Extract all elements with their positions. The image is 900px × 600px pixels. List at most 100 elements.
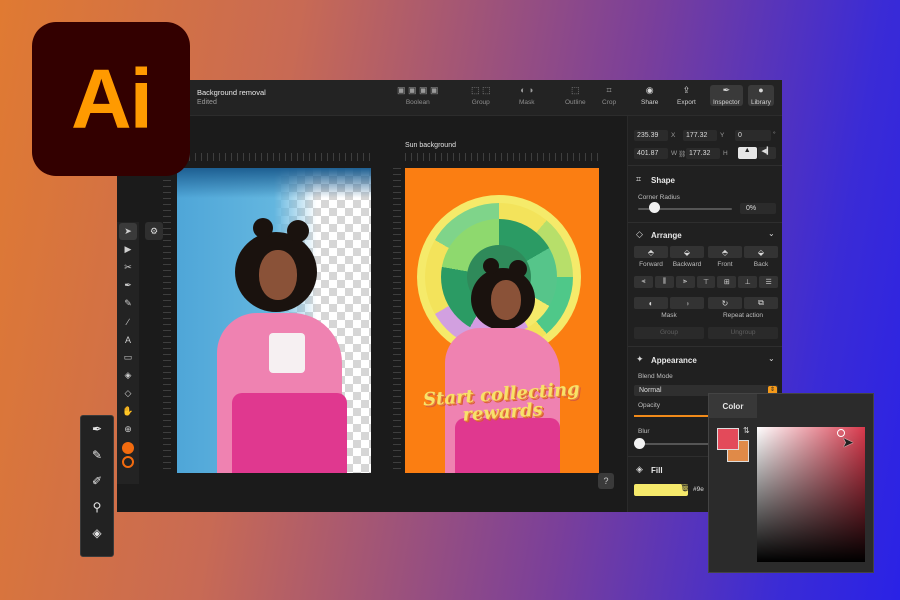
repeat-action-label: Repeat action <box>722 312 764 319</box>
chevron-down-icon[interactable]: ⌄ <box>768 354 775 363</box>
repeat-alt-button[interactable]: ⧉ <box>744 297 778 309</box>
export-button[interactable]: ⇪ Export <box>677 85 696 106</box>
forward-label: Forward <box>639 261 663 268</box>
swap-colors-icon[interactable]: ⇅ <box>743 426 750 435</box>
group-label: Group <box>471 99 490 106</box>
pen-tool-icon[interactable]: ✒ <box>119 277 137 294</box>
boolean-button[interactable]: ▣ ▣ ▣ ▣ Boolean <box>397 85 439 106</box>
select-tool-icon[interactable]: ➤ <box>119 223 137 240</box>
front-button[interactable]: ⬘ <box>708 246 742 258</box>
backward-button[interactable]: ⬙ <box>670 246 704 258</box>
text-tool-icon[interactable]: A <box>119 331 137 348</box>
group-button[interactable]: Group <box>634 327 704 339</box>
paint-bucket-icon[interactable]: ◈ <box>81 520 113 546</box>
fill-color-swatch[interactable] <box>717 428 739 450</box>
flip-buttons: ▲ ◀▎ <box>738 147 776 159</box>
artboard-sun-background[interactable]: Start collecting rewards <box>405 168 599 473</box>
fill-hex-value[interactable]: #9e <box>693 486 704 493</box>
library-button[interactable]: ● Library <box>748 85 774 106</box>
w-axis-label: W <box>671 150 678 157</box>
brush-tool-icon[interactable]: ∕ <box>119 313 137 330</box>
hand-tool-icon[interactable]: ✋ <box>119 403 137 420</box>
flip-vertical-icon[interactable]: ▲ <box>738 147 757 159</box>
color-tab[interactable]: Color <box>709 394 757 418</box>
eyedropper-tool-icon[interactable]: ⚲ <box>81 494 113 520</box>
align-bottom-icon[interactable]: ⊥ <box>738 276 758 288</box>
mask-off-button[interactable]: ◑ <box>670 297 704 309</box>
boolean-label: Boolean <box>405 99 430 106</box>
h-field[interactable]: 177.32 <box>686 148 720 159</box>
divider <box>628 222 782 223</box>
blur-knob[interactable] <box>634 438 645 449</box>
artboard-background-removed[interactable] <box>177 168 371 473</box>
repeat-button[interactable]: ↻ <box>708 297 742 309</box>
fill-swatch[interactable] <box>122 442 134 454</box>
color-picker-panel: Color ⇅ ➤ <box>708 393 874 573</box>
align-center-icon[interactable]: ⫼ <box>654 276 674 288</box>
marker-tool-icon[interactable]: ✐ <box>81 468 113 494</box>
trash-icon[interactable]: 🗑 <box>680 483 690 492</box>
opacity-label: Opacity <box>638 402 661 409</box>
horizontal-ruler-2 <box>405 153 599 161</box>
align-left-icon[interactable]: ⫷ <box>634 276 653 288</box>
share-button[interactable]: ◉ Share <box>641 85 658 106</box>
stroke-swatch[interactable] <box>122 456 134 468</box>
promo-headline[interactable]: Start collecting rewards <box>405 379 599 428</box>
direct-select-tool-icon[interactable]: ▶ <box>119 241 137 258</box>
document-status: Edited <box>197 99 217 106</box>
export-icon: ⇪ <box>682 85 691 95</box>
fill-section-title[interactable]: Fill <box>651 466 663 475</box>
pen-tool-icon[interactable]: ✒ <box>81 416 113 442</box>
align-right-icon[interactable]: ⫸ <box>675 276 695 288</box>
appearance-section-title[interactable]: Appearance <box>651 356 697 365</box>
outline-button[interactable]: ⬚ Outline <box>565 85 586 106</box>
rectangle-tool-icon[interactable]: ▭ <box>119 349 137 366</box>
artboard-2-label[interactable]: Sun background <box>405 142 456 149</box>
h-axis-label: H <box>723 150 728 157</box>
group-button[interactable]: ⬚ ⬚ Group <box>471 85 491 106</box>
crop-label: Crop <box>602 99 617 106</box>
person-face <box>259 250 297 300</box>
mask-label: Mask <box>519 99 535 106</box>
opacity-slider[interactable] <box>634 415 714 417</box>
x-axis-label: X <box>671 132 676 139</box>
align-top-icon[interactable]: ⊤ <box>696 276 716 288</box>
chevron-down-icon[interactable]: ⌄ <box>768 229 775 238</box>
ungroup-button[interactable]: Ungroup <box>708 327 778 339</box>
align-middle-icon[interactable]: ⊞ <box>717 276 737 288</box>
crop-shape-icon: ⌗ <box>636 174 642 184</box>
zoom-tool-icon[interactable]: ⊕ <box>119 421 137 438</box>
rotation-field[interactable]: 0 <box>735 130 771 141</box>
tool-options-icon[interactable]: ⚙ <box>145 222 163 240</box>
mask-on-button[interactable]: ◐ <box>634 297 668 309</box>
flip-horizontal-icon[interactable]: ◀▎ <box>757 147 776 159</box>
mask-icon: ◐ ◑ <box>520 85 534 95</box>
arrange-section-title[interactable]: Arrange <box>651 231 682 240</box>
brush-tool-icon[interactable]: ✎ <box>81 442 113 468</box>
hair-bun-right <box>287 220 309 242</box>
distribute-icon[interactable]: ☰ <box>759 276 779 288</box>
shape-section-title[interactable]: Shape <box>651 176 675 185</box>
library-icon: ● <box>758 85 764 95</box>
forward-button[interactable]: ⬘ <box>634 246 668 258</box>
inspector-button[interactable]: ✒ Inspector <box>710 85 743 106</box>
mouse-cursor-icon: ➤ <box>842 434 854 450</box>
back-button[interactable]: ⬙ <box>744 246 778 258</box>
scissors-tool-icon[interactable]: ✂ <box>119 259 137 276</box>
pencil-tool-icon[interactable]: ✎ <box>119 295 137 312</box>
hair-bun-left <box>483 258 499 274</box>
corner-radius-knob[interactable] <box>649 202 660 213</box>
blur-slider[interactable] <box>638 443 718 445</box>
y-field[interactable]: 177.32 <box>683 130 717 141</box>
help-button[interactable]: ? <box>598 473 614 489</box>
w-field[interactable]: 401.87 <box>634 148 668 159</box>
fill-tool-icon[interactable]: ◈ <box>119 367 137 384</box>
x-field[interactable]: 235.39 <box>634 130 668 141</box>
blur-label: Blur <box>638 428 650 435</box>
backward-label: Backward <box>672 261 702 268</box>
eraser-tool-icon[interactable]: ◇ <box>119 385 137 402</box>
mask-button[interactable]: ◐ ◑ Mask <box>519 85 535 106</box>
person-face <box>491 280 521 320</box>
corner-radius-field[interactable]: 0% <box>740 203 776 214</box>
crop-button[interactable]: ⌗ Crop <box>602 85 616 106</box>
